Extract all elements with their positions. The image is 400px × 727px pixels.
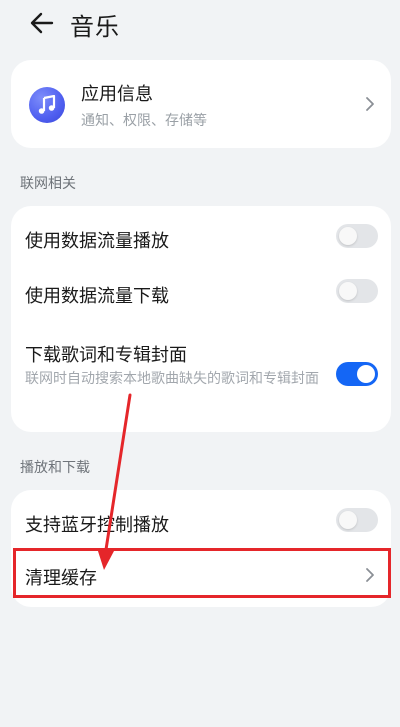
- toggle-knob: [339, 282, 357, 300]
- setting-description: 联网时自动搜索本地歌曲缺失的歌词和专辑封面: [25, 371, 319, 387]
- app-info-card[interactable]: 应用信息 通知、权限、存储等: [11, 60, 391, 148]
- setting-row-data-play[interactable]: 使用数据流量播放: [11, 206, 391, 264]
- toggle-knob: [357, 365, 375, 383]
- playback-card: 支持蓝牙控制播放 清理缓存: [11, 490, 391, 607]
- toggle-switch[interactable]: [336, 362, 378, 386]
- setting-label: 下载歌词和专辑封面: [25, 345, 187, 366]
- setting-row-clear-cache[interactable]: 清理缓存: [11, 550, 391, 607]
- setting-label: 支持蓝牙控制播放: [25, 515, 169, 536]
- setting-label: 使用数据流量播放: [25, 231, 169, 252]
- section-label-network: 联网相关: [20, 176, 76, 192]
- toggle-knob: [339, 227, 357, 245]
- arrow-left-icon[interactable]: [28, 9, 56, 37]
- setting-row-bluetooth[interactable]: 支持蓝牙控制播放: [11, 490, 391, 550]
- music-note-icon: [29, 87, 65, 123]
- toggle-knob: [339, 511, 357, 529]
- chevron-right-icon: [366, 97, 374, 111]
- setting-row-lyrics-cover[interactable]: 下载歌词和专辑封面 联网时自动搜索本地歌曲缺失的歌词和专辑封面: [11, 322, 391, 432]
- chevron-right-icon: [366, 568, 374, 582]
- setting-row-data-download[interactable]: 使用数据流量下载: [11, 264, 391, 322]
- header-bar: 音乐: [0, 0, 400, 48]
- setting-label: 清理缓存: [25, 568, 97, 589]
- toggle-switch[interactable]: [336, 279, 378, 303]
- setting-label: 使用数据流量下载: [25, 286, 169, 307]
- toggle-switch[interactable]: [336, 224, 378, 248]
- app-info-title: 应用信息: [81, 84, 153, 105]
- network-card: 使用数据流量播放 使用数据流量下载 下载歌词和专辑封面 联网时自动搜索本地歌曲缺…: [11, 206, 391, 432]
- section-label-playback: 播放和下载: [20, 460, 90, 476]
- page-title: 音乐: [70, 13, 120, 41]
- toggle-switch[interactable]: [336, 508, 378, 532]
- app-info-subtitle: 通知、权限、存储等: [81, 113, 207, 129]
